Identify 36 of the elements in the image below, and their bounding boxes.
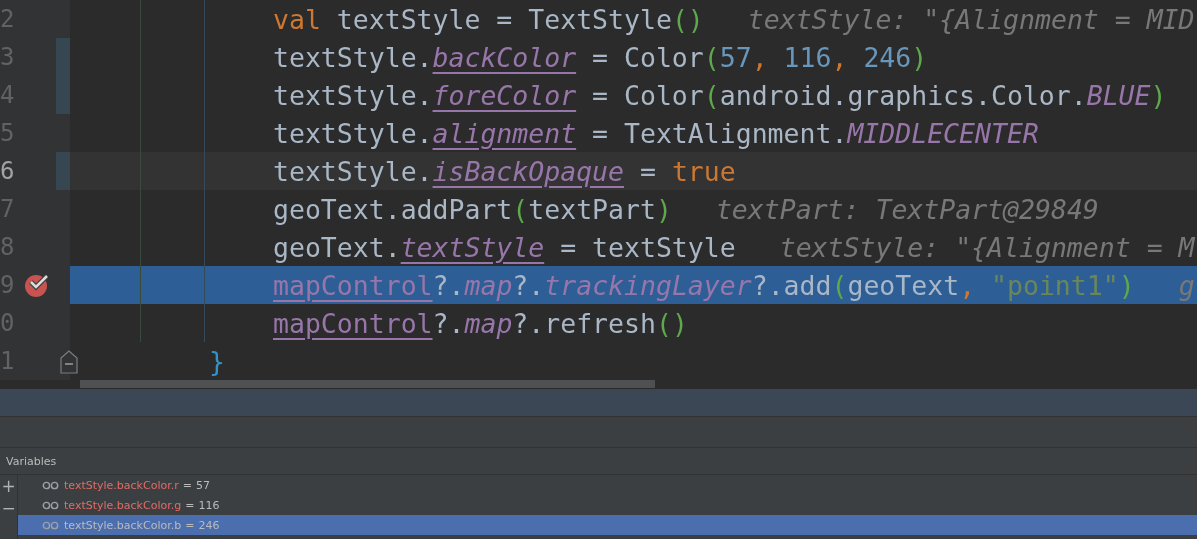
glasses-icon — [42, 480, 59, 490]
glasses-icon — [42, 500, 59, 510]
glasses-icon — [42, 520, 59, 530]
watch-row[interactable]: textStyle.backColor.g = 116 — [18, 495, 1197, 515]
code-line: mapControl?.map?.refresh() — [273, 307, 688, 339]
panel-title: Variables — [6, 454, 57, 468]
equals-sign: = — [185, 518, 195, 532]
watch-tool-button[interactable]: − — [0, 497, 17, 519]
equals-sign: = — [182, 478, 192, 492]
code-line: textStyle.foreColor = Color(android.graphics.Color.BLUE) — [273, 79, 1167, 111]
inline-value-hint: textStyle: "{Alignment = MID — [747, 3, 1195, 35]
code-line: textStyle.isBackOpaque = true — [273, 155, 736, 187]
code-line: textStyle.alignment = TextAlignment.MIDDLECENTER — [273, 117, 1039, 149]
inline-value-hint: g — [1178, 269, 1195, 301]
watch-expression: textStyle.backColor.b — [64, 518, 182, 532]
fold-icon[interactable] — [60, 350, 78, 374]
watch-row[interactable]: textStyle.backColor.b = 246 — [18, 515, 1197, 535]
watch-value: 246 — [198, 518, 220, 532]
code-line: textStyle.backColor = Color(57, 116, 246) — [273, 41, 928, 73]
watch-expression: textStyle.backColor.g — [64, 498, 182, 512]
inline-value-hint: textPart: TextPart@29849 — [715, 193, 1099, 225]
inline-value-hint: textStyle: "{Alignment = M — [779, 231, 1195, 263]
watch-row[interactable]: textStyle.backColor.r = 57 — [18, 475, 1197, 495]
line-number: 6 — [0, 157, 16, 185]
code-line: geoText.textStyle = textStyle — [273, 231, 736, 263]
watch-value: 116 — [198, 498, 220, 512]
code-line: mapControl?.map?.trackingLayer?.add(geoText, "point1") — [273, 269, 1135, 301]
watch-tool-button[interactable]: + — [0, 475, 17, 497]
code-line: } — [209, 345, 225, 377]
breakpoint-icon[interactable] — [24, 272, 50, 298]
code-line: geoText.addPart(textPart) — [273, 193, 672, 225]
equals-sign: = — [185, 498, 195, 512]
watch-expression: textStyle.backColor.r — [64, 478, 179, 492]
scrollbar-thumb[interactable] — [80, 380, 655, 388]
code-line: val textStyle = TextStyle() — [273, 3, 704, 35]
watch-value: 57 — [195, 478, 210, 492]
